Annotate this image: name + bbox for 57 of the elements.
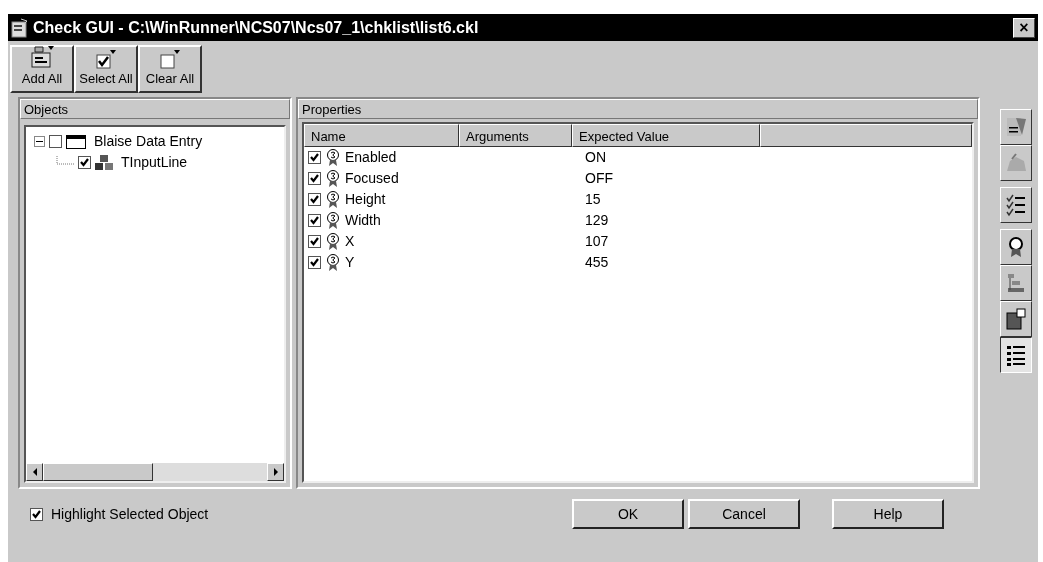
property-checkbox[interactable] [308,235,321,248]
property-checkbox[interactable] [308,151,321,164]
property-name: Height [345,190,387,209]
property-checkbox[interactable] [308,214,321,227]
cancel-button[interactable]: Cancel [688,499,800,529]
expected-value: OFF [585,169,613,188]
horizontal-scrollbar[interactable] [26,463,284,481]
tree-checkbox[interactable] [49,135,62,148]
award-icon [325,148,341,167]
expected-value: 455 [585,253,609,272]
checkbox-icon [95,48,117,69]
column-header[interactable]: Arguments [459,124,572,147]
expected-value: 107 [585,232,609,251]
column-header[interactable]: Expected Value [572,124,760,147]
highlight-label: Highlight Selected Object [51,504,209,524]
right-arrow-icon[interactable] [272,468,279,476]
tree-item[interactable]: TInputLine [121,152,188,173]
ok-button[interactable]: OK [572,499,684,529]
checklist-app-icon [11,17,29,38]
property-name: X [345,232,356,251]
award-icon [325,169,341,188]
left-arrow-icon[interactable] [31,468,38,476]
property-name: Width [345,211,382,230]
help-button[interactable]: Help [832,499,944,529]
toolbar-button[interactable]: Add All [10,45,74,93]
award-icon [325,232,341,251]
award-icon [325,190,341,209]
window-title: Check GUI - C:\WinRunner\NCS07\Ncs07_1\chklist\list6.ckl [33,17,480,38]
checklist-icon[interactable] [1004,193,1028,217]
add-object-icon [29,44,55,69]
tool-button[interactable] [1000,337,1032,373]
tree-checkbox[interactable] [78,156,91,169]
toolbar-button[interactable]: Select All [74,45,138,93]
property-checkbox[interactable] [308,193,321,206]
property-name: Y [345,253,356,272]
property-checkbox[interactable] [308,256,321,269]
objects-header: Objects [20,99,290,119]
expected-value: ON [585,148,606,167]
property-checkbox[interactable] [308,172,321,185]
empty-checkbox-icon [159,48,181,69]
column-header[interactable]: Name [304,124,459,147]
award-icon [325,253,341,272]
toolbar-button[interactable]: Clear All [138,45,202,93]
close-button[interactable]: × [1013,17,1035,38]
highlight-checkbox[interactable] [30,507,43,521]
window-icon [66,134,86,149]
properties-header: Properties [298,99,978,119]
collapse-icon[interactable] [34,136,45,147]
expected-value: 15 [585,190,601,209]
property-name: Focused [345,169,400,188]
property-name: Enabled [345,148,398,167]
award-icon [325,211,341,230]
document-icon[interactable] [1004,307,1028,331]
expected-value: 129 [585,211,609,230]
list-icon[interactable] [1004,343,1028,367]
tree-item[interactable]: Blaise Data Entry [94,131,203,152]
cubes-icon [95,154,113,171]
